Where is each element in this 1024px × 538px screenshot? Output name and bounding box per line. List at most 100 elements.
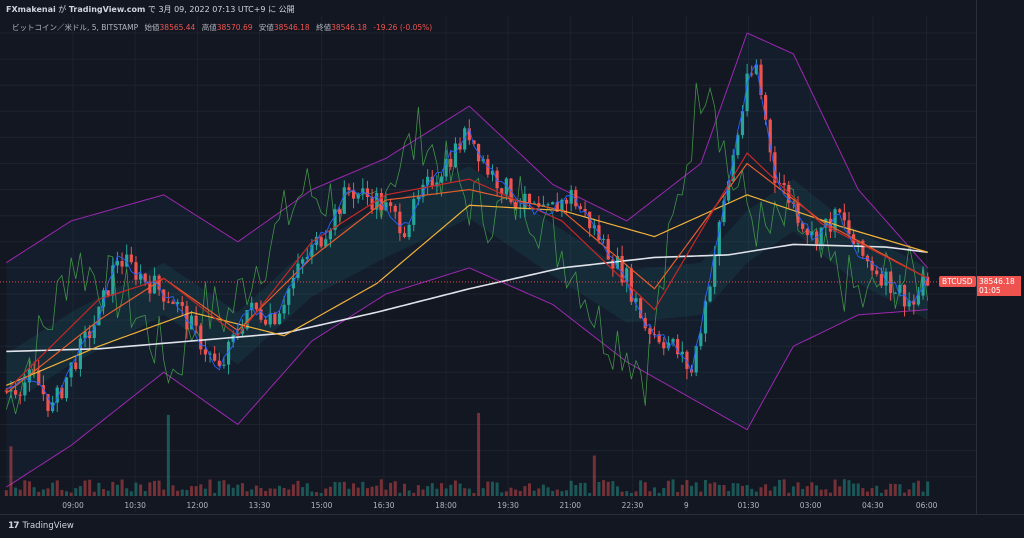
volume-bar (398, 492, 402, 496)
volume-bar (18, 489, 22, 496)
volume-bar (865, 491, 869, 496)
volume-bar (523, 486, 527, 496)
volume-bar (338, 482, 342, 496)
volume-bar (421, 489, 425, 496)
volume-bar (176, 490, 180, 496)
volume-bar (602, 480, 606, 496)
symbol-label[interactable]: ビットコイン／米ドル, 5, BITSTAMP (12, 23, 138, 32)
volume-bar (393, 481, 397, 496)
volume-bar (245, 491, 249, 496)
volume-bar (740, 485, 744, 496)
volume-bar (662, 488, 666, 496)
candle-body (546, 204, 550, 206)
site-name[interactable]: TradingView.com (69, 5, 146, 14)
volume-bar (833, 479, 837, 496)
candle-body (64, 377, 69, 399)
volume-bar (722, 485, 726, 496)
symbol-tag: BTCUSD (939, 275, 976, 287)
volume-bar (97, 482, 101, 496)
volume-bar (782, 479, 786, 496)
high-label: 高値 (201, 23, 217, 32)
volume-bar (606, 481, 610, 496)
volume-bar (227, 484, 231, 496)
volume-bar (328, 486, 332, 496)
volume-bar (532, 490, 536, 496)
volume-bar (324, 488, 328, 496)
candle-body (453, 143, 458, 167)
volume-bar (315, 492, 319, 496)
volume-bar (842, 479, 846, 496)
candle-body (879, 274, 883, 286)
volume-bar (217, 481, 221, 496)
time-tick-label: 06:00 (916, 501, 938, 510)
volume-bar (4, 490, 8, 496)
volume-bar (180, 489, 184, 496)
close-value: 38546.18 (331, 23, 367, 32)
candle-body (838, 209, 842, 213)
chart-canvas[interactable]: 39500.0039400.0039300.0039200.0039100.00… (0, 0, 1024, 537)
volume-bar (129, 491, 133, 496)
volume-bar (500, 492, 504, 496)
volume-bar (648, 491, 652, 496)
volume-bar (370, 486, 374, 496)
volume-bar (213, 492, 217, 496)
ohlc-legend: ビットコイン／米ドル, 5, BITSTAMP 始値38565.44 高値385… (12, 22, 432, 33)
author-name[interactable]: FXmakenai (6, 5, 56, 14)
candle-body (222, 364, 226, 366)
volume-bar (27, 481, 31, 496)
volume-bar (171, 485, 175, 496)
volume-bar (680, 484, 684, 496)
candle-body (176, 301, 180, 305)
volume-bar (615, 486, 619, 496)
volume-bar (629, 492, 633, 496)
volume-bar (435, 488, 439, 496)
volume-bar (449, 484, 453, 496)
candle-body (407, 224, 411, 238)
volume-bar (926, 481, 930, 496)
volume-bar (634, 491, 638, 496)
volume-bar (194, 486, 198, 496)
volume-bar (23, 480, 27, 496)
candle-body (328, 230, 333, 240)
volume-bar (611, 481, 615, 496)
candle-body (523, 193, 527, 208)
tradingview-brand[interactable]: 17 TradingView (8, 521, 74, 531)
volume-bar (14, 487, 18, 496)
candle-body (301, 259, 305, 264)
volume-bar (671, 479, 675, 496)
candle-body (805, 228, 809, 236)
volume-bar (745, 485, 749, 496)
volume-bar (514, 489, 518, 496)
candle-body (810, 231, 814, 236)
volume-bar (727, 491, 731, 496)
volume-bar (893, 483, 897, 496)
volume-bar (768, 490, 772, 496)
candle-body (171, 301, 175, 305)
candle-body (273, 313, 277, 325)
price-axis[interactable] (976, 0, 1024, 537)
candle-body (342, 187, 346, 214)
volume-bar (625, 491, 629, 496)
volume-bar (764, 484, 768, 496)
publish-label: 公開 (278, 5, 295, 14)
time-tick-label: 04:30 (862, 501, 884, 510)
volume-bar (546, 487, 550, 496)
volume-bar (903, 492, 907, 496)
volume-bar (528, 483, 532, 496)
candle-body (699, 333, 703, 347)
volume-bar (787, 492, 791, 496)
close-label: 終値 (316, 23, 332, 32)
volume-bar (291, 484, 295, 496)
volume-bar (703, 479, 707, 496)
volume-bar (565, 490, 569, 496)
candle-body (875, 270, 879, 275)
volume-bar (143, 491, 147, 496)
volume-bar (190, 486, 194, 496)
volume-bar (412, 492, 416, 496)
volume-bar (481, 488, 485, 496)
volume-bar (83, 480, 87, 496)
volume-bar (430, 483, 434, 496)
volume-bar (620, 491, 624, 496)
volume-bar (282, 487, 286, 496)
candle-body (74, 362, 78, 370)
